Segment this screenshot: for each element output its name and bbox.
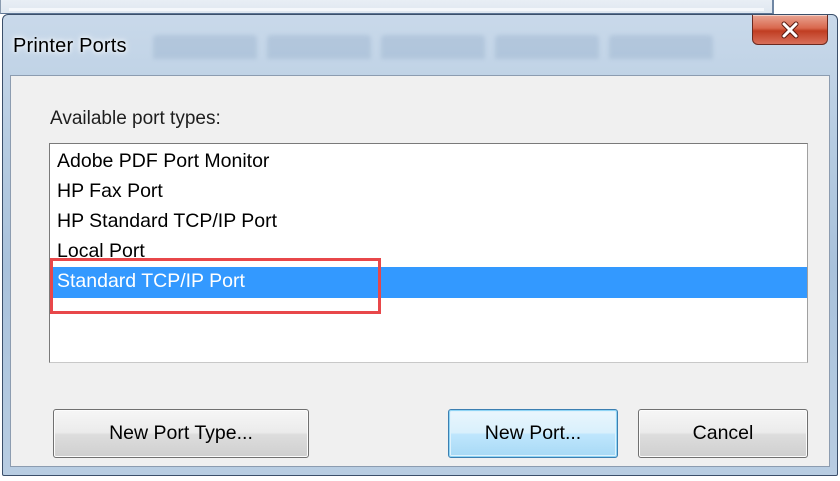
list-item-local-port[interactable]: Local Port bbox=[51, 237, 807, 268]
blurred-background-tabs bbox=[153, 31, 713, 59]
new-port-type-button[interactable]: New Port Type... bbox=[53, 409, 309, 458]
cancel-button[interactable]: Cancel bbox=[638, 409, 808, 458]
parent-window-edge bbox=[0, 0, 774, 14]
dialog-client-area: Available port types: Adobe PDF Port Mon… bbox=[10, 75, 830, 467]
close-x-icon bbox=[781, 21, 799, 38]
screenshot-page: Printer Ports Available port types: Adob… bbox=[0, 0, 840, 481]
port-types-listbox[interactable]: Adobe PDF Port Monitor HP Fax Port HP St… bbox=[49, 143, 808, 363]
list-item-hp-fax-port[interactable]: HP Fax Port bbox=[51, 177, 807, 208]
dialog-title: Printer Ports bbox=[13, 35, 127, 57]
available-port-types-label: Available port types: bbox=[50, 108, 221, 129]
list-item-hp-standard-tcpip-port[interactable]: HP Standard TCP/IP Port bbox=[51, 207, 807, 238]
list-item-adobe-pdf-port-monitor[interactable]: Adobe PDF Port Monitor bbox=[51, 147, 807, 178]
list-item-standard-tcpip-port[interactable]: Standard TCP/IP Port bbox=[51, 267, 807, 298]
title-bar[interactable]: Printer Ports bbox=[3, 15, 837, 75]
new-port-button[interactable]: New Port... bbox=[448, 409, 618, 458]
close-button[interactable] bbox=[752, 15, 828, 45]
printer-ports-dialog: Printer Ports Available port types: Adob… bbox=[2, 14, 838, 476]
